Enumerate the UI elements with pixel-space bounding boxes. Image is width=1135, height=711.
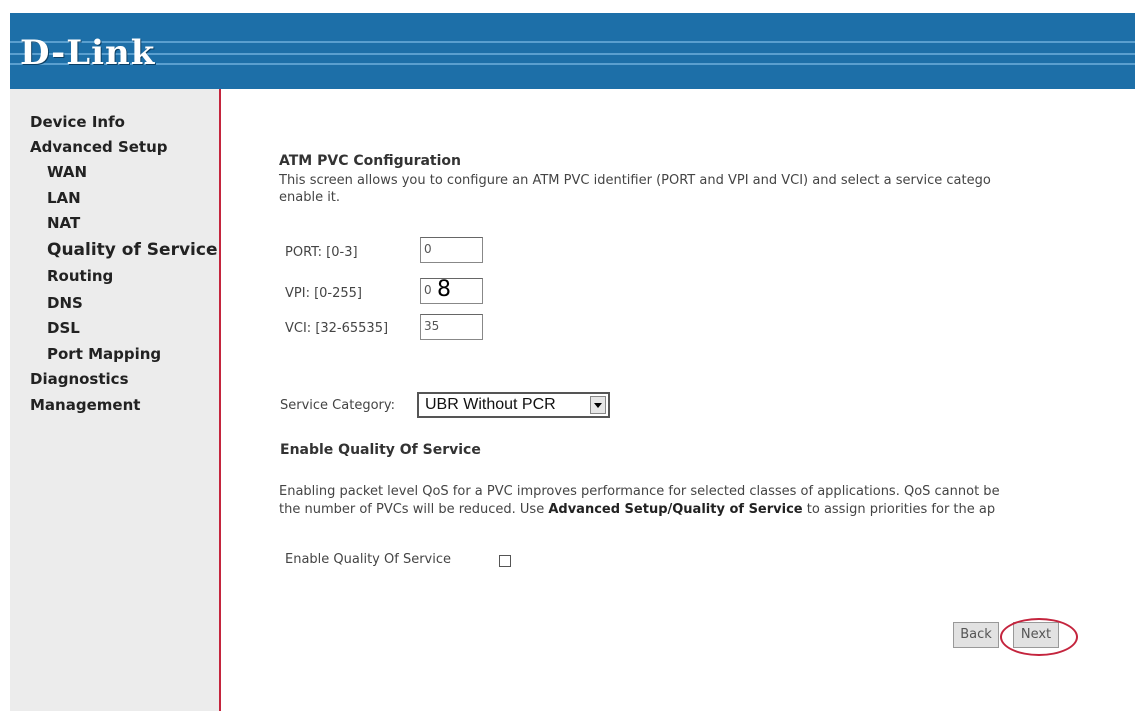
dlink-logo: D-Link xyxy=(20,33,156,73)
sidebar-item-diagnostics[interactable]: Diagnostics xyxy=(30,370,129,388)
vpi-label: VPI: [0-255] xyxy=(285,286,362,301)
sidebar-item-lan[interactable]: LAN xyxy=(47,189,81,207)
port-input[interactable]: 0 xyxy=(420,237,483,263)
header-stripe xyxy=(10,63,1135,65)
qos-heading: Enable Quality Of Service xyxy=(280,442,481,458)
service-category-label: Service Category: xyxy=(280,398,395,413)
dropdown-arrow-icon[interactable] xyxy=(590,396,606,414)
next-button[interactable]: Next xyxy=(1013,622,1059,648)
header-stripe xyxy=(10,53,1135,55)
sidebar-item-port-mapping[interactable]: Port Mapping xyxy=(47,345,161,363)
back-button[interactable]: Back xyxy=(953,622,999,648)
vpi-input[interactable]: 0 8 xyxy=(420,277,483,304)
qos-text-line2: the number of PVCs will be reduced. Use … xyxy=(279,501,995,518)
header-banner: D-Link xyxy=(10,13,1135,89)
sidebar-item-wan[interactable]: WAN xyxy=(47,163,87,181)
sidebar-item-quality-of-service[interactable]: Quality of Service xyxy=(47,240,217,260)
service-category-select[interactable]: UBR Without PCR xyxy=(417,392,610,418)
sidebar-item-routing[interactable]: Routing xyxy=(47,267,113,285)
sidebar-item-device-info[interactable]: Device Info xyxy=(30,113,125,131)
port-label: PORT: [0-3] xyxy=(285,245,358,260)
sidebar-item-dsl[interactable]: DSL xyxy=(47,319,80,337)
vci-label: VCI: [32-65535] xyxy=(285,321,389,336)
qos-text-line2-a: the number of PVCs will be reduced. Use xyxy=(279,502,549,517)
sidebar-item-advanced-setup[interactable]: Advanced Setup xyxy=(30,138,168,156)
port-input-value: 0 xyxy=(424,242,432,256)
service-category-value: UBR Without PCR xyxy=(425,396,556,413)
vpi-typed-digit: 8 xyxy=(437,277,451,302)
enable-qos-label: Enable Quality Of Service xyxy=(285,552,451,567)
sidebar-item-management[interactable]: Management xyxy=(30,396,140,414)
page-description-line1: This screen allows you to configure an A… xyxy=(279,173,991,188)
enable-qos-checkbox[interactable] xyxy=(499,555,511,567)
vci-input[interactable]: 35 xyxy=(420,314,483,340)
qos-text-line2-c: to assign priorities for the ap xyxy=(802,502,996,517)
qos-text-link-advanced-setup: Advanced Setup/Quality of Service xyxy=(548,502,803,517)
sidebar-item-dns[interactable]: DNS xyxy=(47,294,83,312)
vpi-input-value: 0 xyxy=(424,283,432,297)
sidebar: Device Info Advanced Setup WAN LAN NAT Q… xyxy=(10,89,221,711)
page-title: ATM PVC Configuration xyxy=(279,153,461,169)
vci-input-value: 35 xyxy=(424,319,440,333)
page-description-line2: enable it. xyxy=(279,190,341,205)
sidebar-item-nat[interactable]: NAT xyxy=(47,214,80,232)
header-stripe xyxy=(10,41,1135,43)
qos-text-line1: Enabling packet level QoS for a PVC impr… xyxy=(279,484,1000,499)
